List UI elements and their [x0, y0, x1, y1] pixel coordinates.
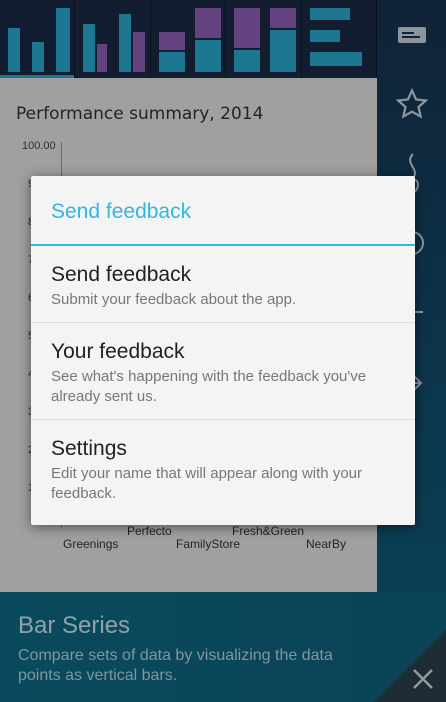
item-subtitle: Edit your name that will appear along wi… [51, 465, 363, 502]
settings-item[interactable]: Settings Edit your name that will appear… [31, 420, 415, 516]
item-subtitle: Submit your feedback about the app. [51, 291, 297, 308]
send-feedback-dialog: Send feedback Send feedback Submit your … [31, 176, 415, 525]
send-feedback-item[interactable]: Send feedback Submit your feedback about… [31, 246, 415, 323]
item-title: Send feedback [51, 263, 192, 286]
item-title: Your feedback [51, 340, 185, 363]
your-feedback-item[interactable]: Your feedback See what's happening with … [31, 323, 415, 420]
item-subtitle: See what's happening with the feedback y… [51, 368, 367, 405]
item-title: Settings [51, 437, 127, 460]
dialog-title: Send feedback [31, 176, 415, 246]
